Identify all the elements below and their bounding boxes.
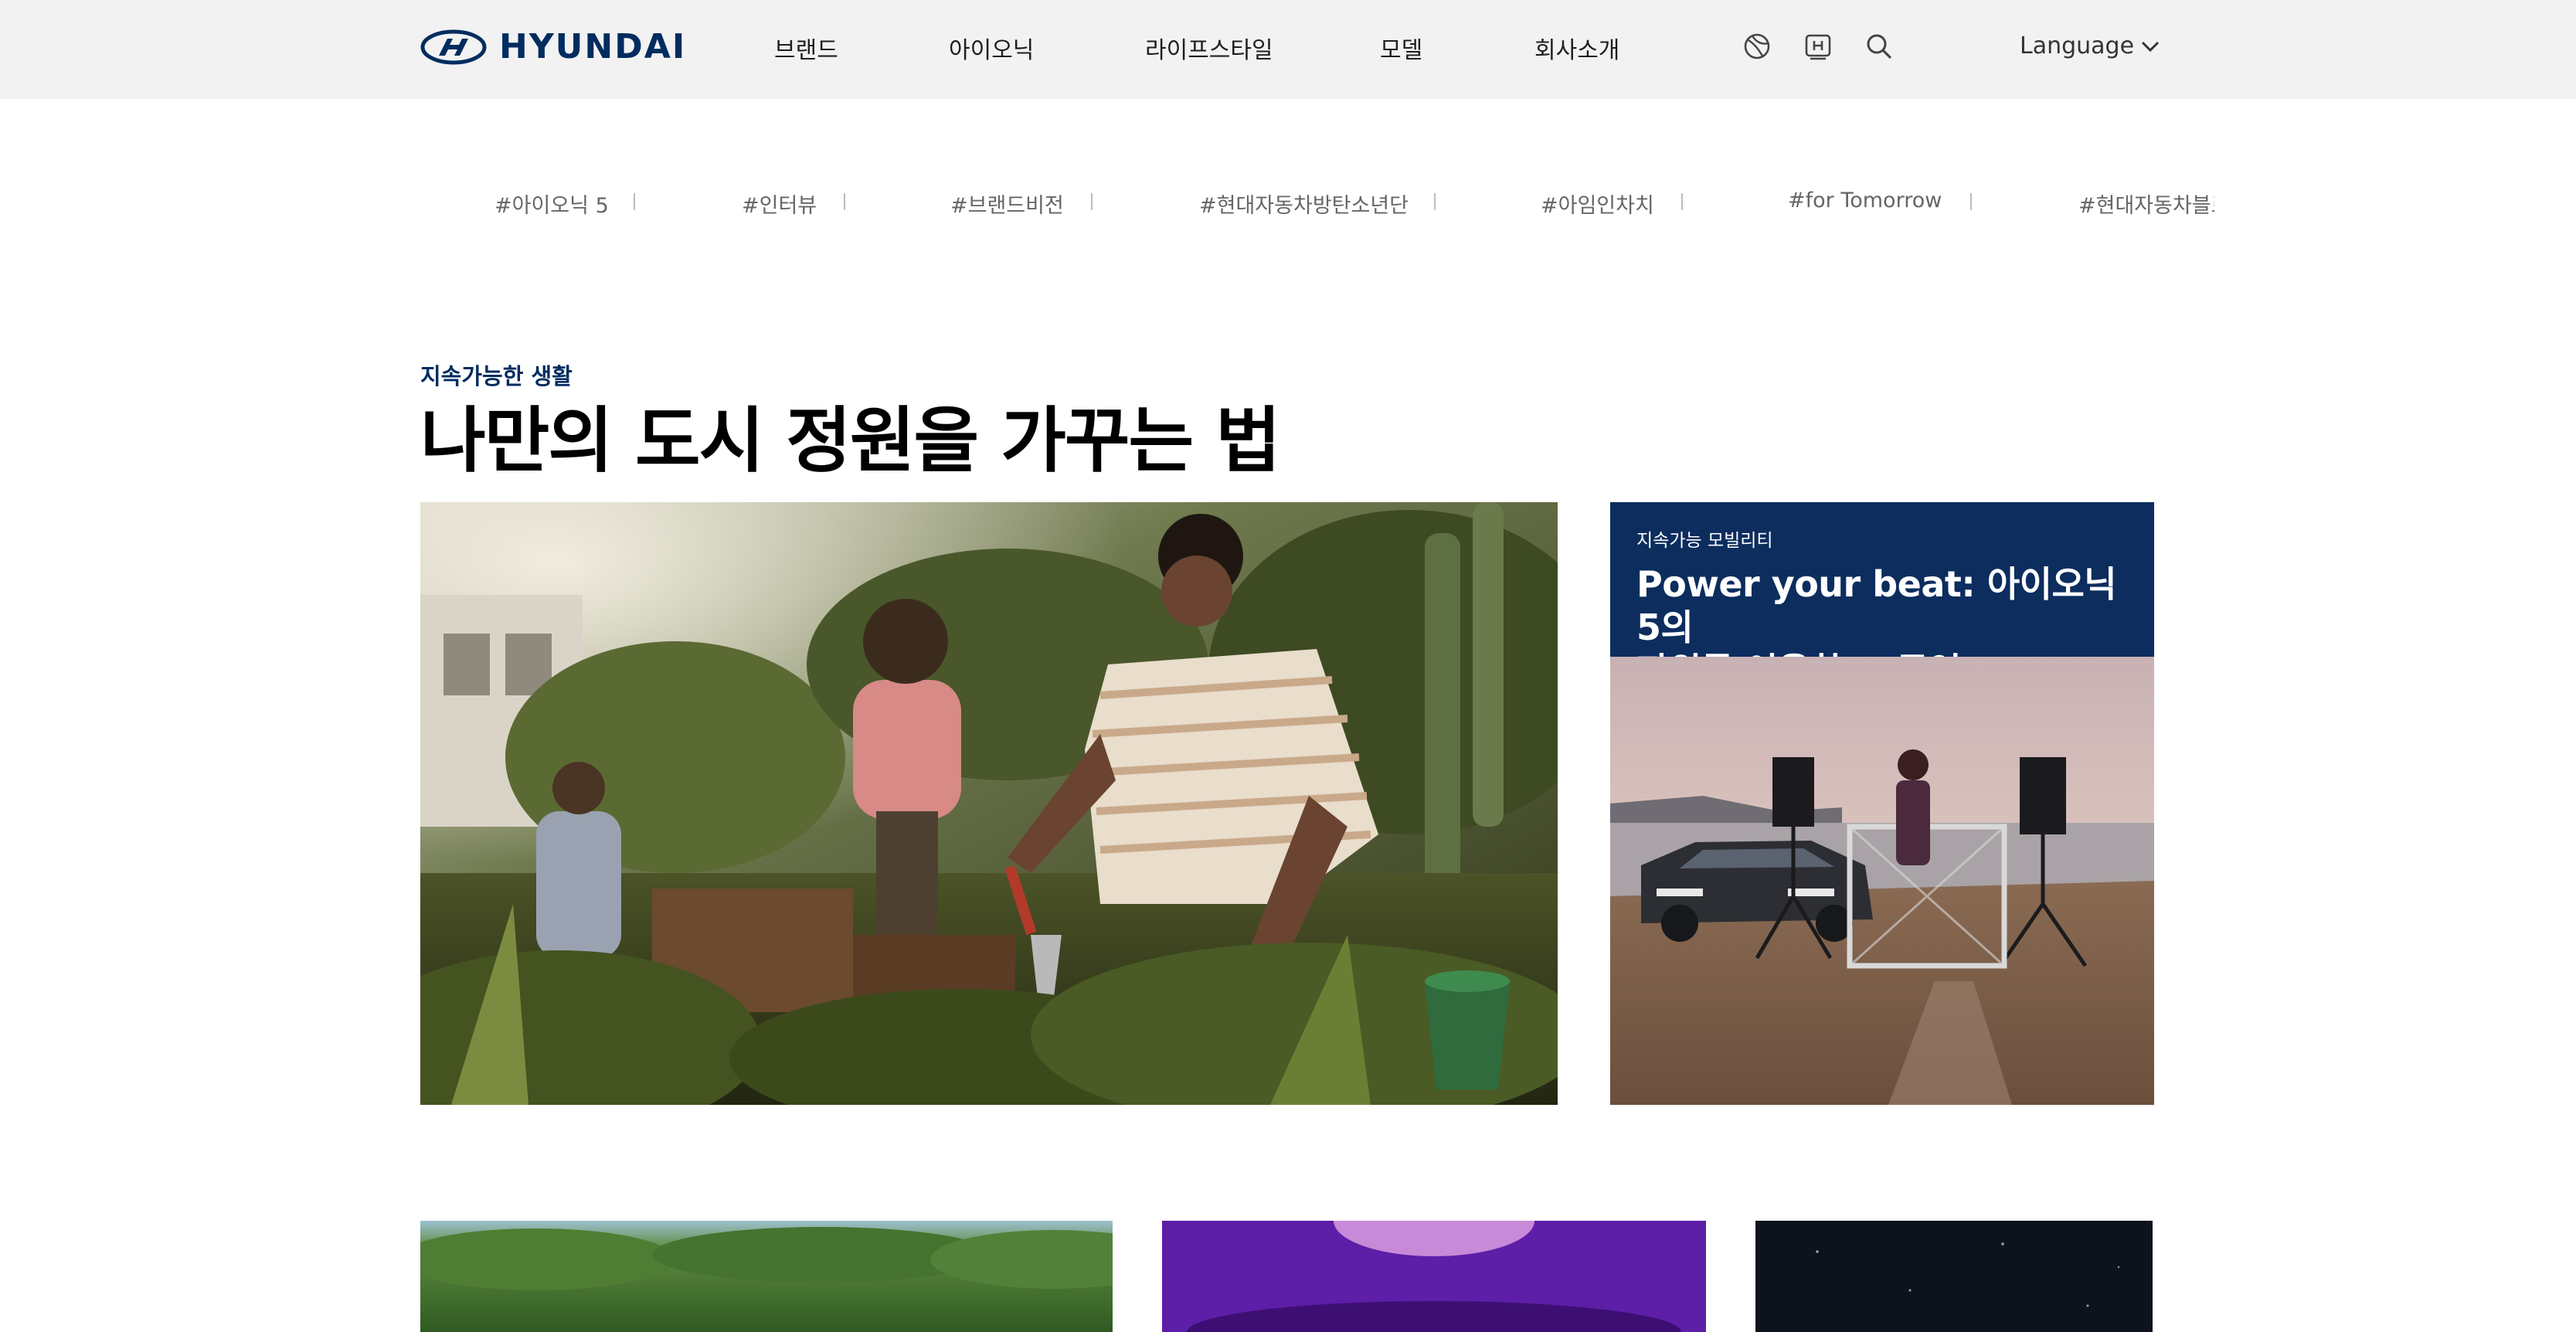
brand-wordmark: HYUNDAI [499,27,687,66]
search-icon[interactable] [1864,31,1895,62]
featured-headline[interactable]: 나만의 도시 정원을 가꾸는 법 [420,383,1281,486]
dj-photo [1610,657,2154,1105]
hashtag-divider [1091,193,1093,210]
nav-item-lifestyle[interactable]: 라이프스타일 [1145,31,1273,65]
side-article-category: 지속가능 모빌리티 [1636,531,1773,551]
global-header: HYUNDAI 브랜드 아이오닉 라이프스타일 모델 회사소개 Language [0,0,2576,99]
hashtag-interview[interactable]: #인터뷰 [742,189,817,219]
hashtag-rail: #아이오닉 5 #인터뷰 #브랜드비전 #현대자동차방탄소년단 #아임인차치 #… [494,189,2214,219]
nav-item-brand[interactable]: 브랜드 [774,31,838,65]
hashtag-bts[interactable]: #현대자동차방탄소년단 [1199,189,1409,219]
card-image-night-sky[interactable] [1755,1221,2153,1332]
side-article-card[interactable]: 지속가능 모빌리티 Power your beat: 아이오닉 5의 파워를 이… [1610,502,2154,1105]
hashtag-ioniq5[interactable]: #아이오닉 5 [494,189,609,219]
forest-photo [420,1221,1113,1332]
nav-item-ioniq[interactable]: 아이오닉 [949,31,1034,65]
card-image-forest[interactable] [420,1221,1113,1332]
hashtag-divider [1970,193,1972,210]
chevron-down-icon [2142,41,2160,52]
side-article-image-dj-concert [1610,657,2154,1105]
hyundai-emblem-icon [420,29,487,65]
side-article-title-line1: Power your beat: 아이오닉 5의 [1636,563,2117,648]
nav-item-models[interactable]: 모델 [1380,31,1422,65]
side-article-header: 지속가능 모빌리티 Power your beat: 아이오닉 5의 파워를 이… [1610,502,2154,691]
hyundai-logo[interactable]: HYUNDAI [420,29,686,65]
card-image-purple-stage[interactable] [1162,1221,1706,1332]
night-sky-photo [1755,1221,2153,1332]
garden-photo [420,502,1558,1105]
language-label: Language [2020,32,2135,59]
hashtag-divider [1681,193,1683,210]
purple-stage-photo [1162,1221,1706,1332]
hashtag-divider [1434,193,1436,210]
globe-icon[interactable] [1742,31,1772,62]
h-badge-icon[interactable] [1803,31,1833,62]
hashtag-blog[interactable]: #현대자동차블로그 [2078,189,2214,219]
hashtag-divider [634,193,635,210]
hashtag-divider [844,193,845,210]
hashtag-im-in-charge[interactable]: #아임인차치 [1541,189,1654,219]
nav-item-company[interactable]: 회사소개 [1534,31,1619,65]
featured-image-urban-garden[interactable] [420,502,1558,1105]
language-selector[interactable]: Language [2020,32,2160,59]
hashtag-for-tomorrow[interactable]: #for Tomorrow [1788,189,1942,212]
hashtag-brand-vision[interactable]: #브랜드비전 [950,189,1064,219]
page: HYUNDAI 브랜드 아이오닉 라이프스타일 모델 회사소개 Language [0,0,2576,1332]
